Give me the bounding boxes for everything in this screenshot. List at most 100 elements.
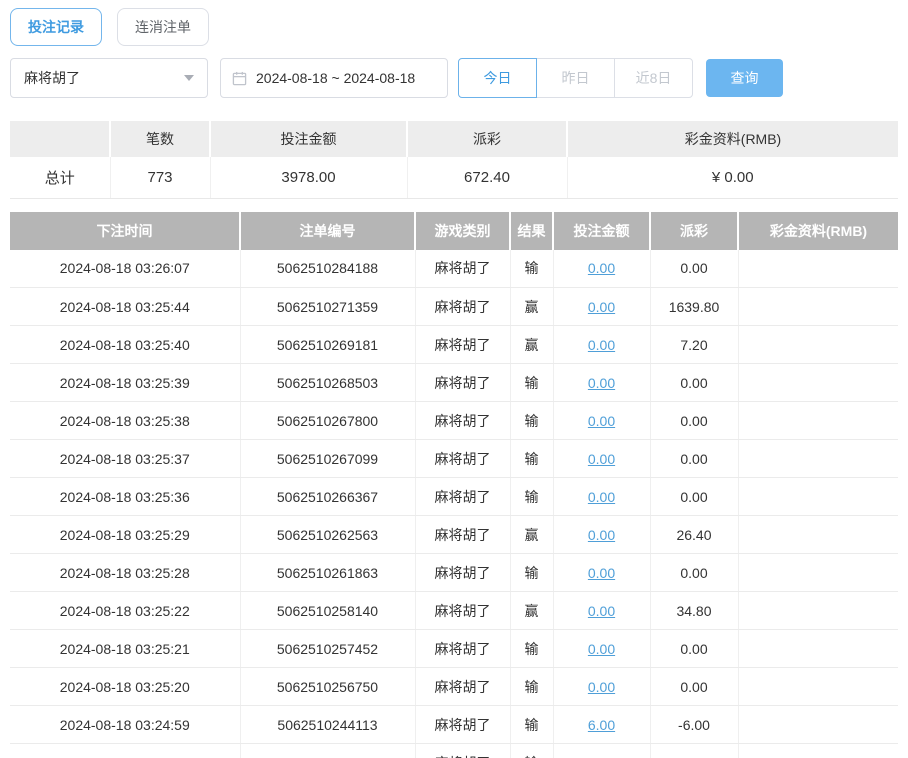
bet-time-cell: 2024-08-18 03:25:36 (10, 477, 240, 516)
game-type-cell: 麻将胡了 (414, 629, 510, 668)
bet-amount-link[interactable]: 0.00 (588, 299, 615, 315)
summary-total-payout: 672.40 (406, 157, 567, 199)
result-cell: 输 (509, 477, 553, 516)
summary-header-bonus: 彩金资料(RMB) (566, 121, 898, 157)
table-row: 2024-08-18 03:26:07 5062510284188 麻将胡了输 0.0… (10, 249, 898, 288)
bonus-cell (737, 553, 898, 592)
order-number-cell: 5062510267099 (239, 439, 415, 478)
bet-amount-cell: 0.00 (552, 401, 650, 440)
header-bonus: 彩金资料(RMB) (737, 211, 898, 250)
payout-cell: 1639.80 (649, 287, 738, 326)
payout-cell: 0.00 (649, 629, 738, 668)
result-cell: 输 (509, 743, 553, 758)
game-type-cell: 麻将胡了 (414, 553, 510, 592)
table-row: 2024-08-18 03:25:39 5062510268503 麻将胡了输 0.0… (10, 363, 898, 402)
order-number-cell: 5062510256750 (239, 667, 415, 706)
bonus-cell (737, 591, 898, 630)
bonus-cell (737, 667, 898, 706)
bet-amount-link[interactable]: 0.00 (588, 489, 615, 505)
order-number-cell: 5062510257452 (239, 629, 415, 668)
bonus-cell (737, 287, 898, 326)
payout-cell: 0.00 (649, 439, 738, 478)
game-type-cell: 麻将胡了 (414, 705, 510, 744)
yesterday-button[interactable]: 昨日 (536, 58, 615, 98)
bet-time-cell: 2024-08-18 03:24:52 (10, 743, 240, 758)
bonus-cell (737, 363, 898, 402)
bonus-cell (737, 439, 898, 478)
summary-total-bet-amount: 3978.00 (209, 157, 407, 199)
bet-time-cell: 2024-08-18 03:25:38 (10, 401, 240, 440)
tab-bet-records[interactable]: 投注记录 (10, 8, 102, 46)
filter-row: 麻将胡了 2024-08-18 ~ 2024-08-18 今日 昨日 近8日 查… (10, 58, 898, 98)
bet-amount-link[interactable]: 0.00 (588, 565, 615, 581)
game-type-cell: 麻将胡了 (414, 743, 510, 758)
result-cell: 输 (509, 667, 553, 706)
date-range-input[interactable]: 2024-08-18 ~ 2024-08-18 (220, 58, 448, 98)
game-type-cell: 麻将胡了 (414, 591, 510, 630)
result-cell: 赢 (509, 325, 553, 364)
bet-amount-cell: 6.00 (552, 705, 650, 744)
payout-cell: 0.00 (649, 477, 738, 516)
order-number-cell: 5062510271359 (239, 287, 415, 326)
bet-amount-cell: 0.00 (552, 325, 650, 364)
tab-cancelled-orders[interactable]: 连消注单 (117, 8, 209, 46)
bet-amount-cell: 0.00 (552, 591, 650, 630)
table-row: 2024-08-18 03:25:21 5062510257452 麻将胡了输 0.0… (10, 629, 898, 668)
bet-amount-cell: 0.00 (552, 287, 650, 326)
bet-amount-link[interactable]: 0.00 (588, 375, 615, 391)
page: 投注记录 连消注单 麻将胡了 2024-08-18 ~ 2024-08-18 今… (0, 0, 908, 758)
order-number-cell: 5062510258140 (239, 591, 415, 630)
table-row: 2024-08-18 03:25:28 5062510261863 麻将胡了输 0.0… (10, 553, 898, 592)
bet-records-table: 下注时间 注单编号 游戏类别 结果 投注金额 派彩 彩金资料(RMB) 2024… (10, 211, 898, 758)
bet-table-body: 2024-08-18 03:26:07 5062510284188 麻将胡了输 0.0… (10, 249, 898, 758)
summary-header-blank (10, 121, 110, 157)
order-number-cell: 5062510269181 (239, 325, 415, 364)
bet-amount-cell: 0.00 (552, 249, 650, 288)
game-type-cell: 麻将胡了 (414, 287, 510, 326)
game-type-cell: 麻将胡了 (414, 325, 510, 364)
game-type-cell: 麻将胡了 (414, 401, 510, 440)
bet-amount-link[interactable]: 0.00 (588, 603, 615, 619)
bet-amount-cell: 0.00 (552, 553, 650, 592)
summary-header-payout: 派彩 (406, 121, 567, 157)
order-number-cell: 5062510267800 (239, 401, 415, 440)
bet-amount-link[interactable]: 0.00 (588, 451, 615, 467)
result-cell: 输 (509, 401, 553, 440)
game-select[interactable]: 麻将胡了 (10, 58, 208, 98)
quick-date-button-group: 今日 昨日 近8日 (458, 58, 693, 98)
bet-time-cell: 2024-08-18 03:25:40 (10, 325, 240, 364)
payout-cell: 0.00 (649, 401, 738, 440)
bet-time-cell: 2024-08-18 03:24:59 (10, 705, 240, 744)
bet-time-cell: 2024-08-18 03:26:07 (10, 249, 240, 288)
result-cell: 赢 (509, 591, 553, 630)
header-result: 结果 (509, 211, 553, 250)
result-cell: 输 (509, 629, 553, 668)
bet-time-cell: 2024-08-18 03:25:21 (10, 629, 240, 668)
bet-amount-link[interactable]: 0.00 (588, 413, 615, 429)
bet-amount-link[interactable]: 0.00 (588, 527, 615, 543)
header-bet-amount: 投注金额 (552, 211, 650, 250)
game-type-cell: 麻将胡了 (414, 477, 510, 516)
result-cell: 赢 (509, 287, 553, 326)
table-row: 2024-08-18 03:25:44 5062510271359 麻将胡了赢 0.0… (10, 287, 898, 326)
bet-amount-link[interactable]: 0.00 (588, 679, 615, 695)
bet-amount-link[interactable]: 0.00 (588, 337, 615, 353)
summary-total-label: 总计 (10, 157, 110, 199)
payout-cell: 0.00 (649, 553, 738, 592)
last-8-days-button[interactable]: 近8日 (614, 58, 693, 98)
search-button[interactable]: 查询 (706, 59, 783, 97)
bet-amount-link[interactable]: 6.00 (588, 755, 615, 758)
today-button[interactable]: 今日 (458, 58, 537, 98)
order-number-cell: 5062510242034 (239, 743, 415, 758)
bonus-cell (737, 249, 898, 288)
bonus-cell (737, 743, 898, 758)
bet-amount-link[interactable]: 6.00 (588, 717, 615, 733)
payout-cell: 7.20 (649, 325, 738, 364)
bet-amount-link[interactable]: 0.00 (588, 260, 615, 276)
bet-time-cell: 2024-08-18 03:25:39 (10, 363, 240, 402)
payout-cell: 26.40 (649, 515, 738, 554)
bonus-cell (737, 325, 898, 364)
bet-table-header-row: 下注时间 注单编号 游戏类别 结果 投注金额 派彩 彩金资料(RMB) (10, 211, 898, 250)
bet-amount-link[interactable]: 0.00 (588, 641, 615, 657)
bet-time-cell: 2024-08-18 03:25:37 (10, 439, 240, 478)
